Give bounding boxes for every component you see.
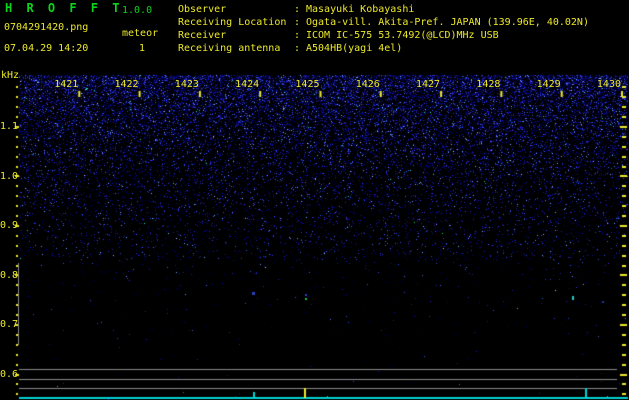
app-version: 1.0.0 [122, 5, 153, 16]
meteor-count: 1 [139, 43, 146, 54]
info-label: Receiving Location [178, 17, 287, 28]
time-label: 1426 [355, 79, 380, 90]
time-label: 1429 [536, 79, 561, 90]
info-colon: : [294, 17, 301, 28]
filename-label: 0704291420.png [4, 22, 89, 33]
info-label: Receiving antenna [178, 43, 281, 54]
time-label: 1428 [476, 79, 501, 90]
freq-label: 1.0 [0, 170, 19, 182]
freq-label: 0.6 [0, 368, 19, 380]
app-title: H R O F F T [5, 1, 123, 15]
info-label: Observer [178, 4, 227, 15]
datetime-label: 07.04.29 14:20 [4, 43, 89, 54]
time-label: 1422 [114, 79, 139, 90]
observer-row: Observer: Masayuki Kobayashi [178, 4, 414, 15]
info-colon: : [294, 43, 301, 54]
info-label: Receiver [178, 30, 227, 41]
freq-label: 0.9 [0, 220, 19, 231]
freq-label: 0.7 [0, 319, 19, 330]
hrofft-screen: H R O F F T 1.0.0 0704291420.png meteor … [0, 0, 629, 400]
mode-label: meteor [122, 28, 159, 39]
freq-label: 1.1 [0, 121, 19, 132]
frequency-axis-unit-label: kHz [1, 70, 20, 81]
info-value: ICOM IC-575 53.7492(@LCD)MHz USB [306, 30, 499, 41]
info-colon: : [294, 4, 301, 15]
receiver-row: Receiver: ICOM IC-575 53.7492(@LCD)MHz US… [178, 30, 499, 41]
time-label: 1421 [54, 79, 79, 90]
receiving-location-row: Receiving Location: Ogata-vill. Akita-Pre… [178, 17, 589, 28]
info-value: Masayuki Kobayashi [306, 4, 415, 15]
time-label: 1430 [596, 79, 621, 90]
freq-label: 0.8 [0, 269, 19, 281]
spectrogram-canvas [0, 0, 629, 400]
info-value: Ogata-vill. Akita-Pref. JAPAN (139.96E, … [306, 17, 589, 28]
time-label: 1425 [295, 79, 320, 90]
info-colon: : [294, 30, 301, 41]
time-label: 1427 [416, 79, 441, 90]
info-value: A504HB(yagi 4el) [306, 43, 403, 54]
time-label: 1424 [235, 79, 260, 90]
receiving-antenna-row: Receiving antenna: A504HB(yagi 4el) [178, 43, 402, 54]
time-label: 1423 [174, 79, 199, 90]
